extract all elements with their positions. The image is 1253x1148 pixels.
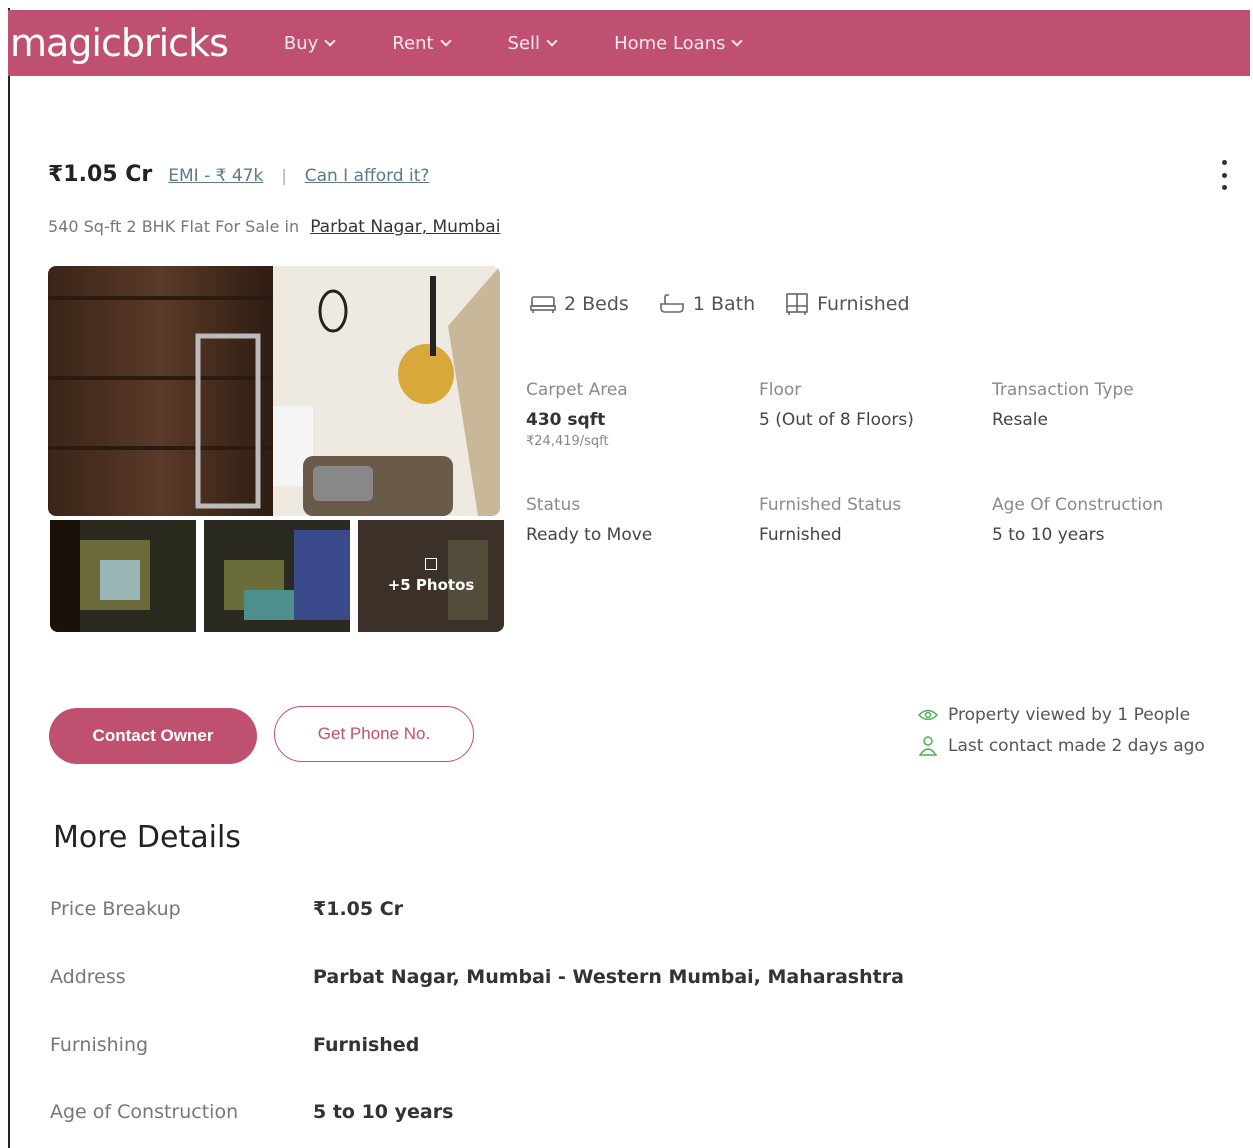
gallery-icon [425, 558, 437, 570]
last-contact-info: Last contact made 2 days ago [918, 735, 1205, 757]
price-row: ₹1.05 Cr EMI - ₹ 47k | Can I afford it? [48, 162, 429, 187]
locality-link[interactable]: Parbat Nagar, Mumbai [310, 217, 500, 237]
spec-carpet-area: Carpet Area 430 sqft ₹24,419/sqft [526, 380, 628, 449]
nav-item-sell[interactable]: Sell [507, 32, 558, 54]
nav-item-label: Buy [283, 32, 319, 54]
person-icon [918, 736, 938, 756]
detail-label: Address [50, 966, 126, 988]
spec-value: 5 (Out of 8 Floors) [759, 410, 914, 430]
emi-link[interactable]: EMI - ₹ 47k [168, 166, 263, 186]
detail-label: Age of Construction [50, 1101, 239, 1123]
last-contact-text: Last contact made 2 days ago [948, 736, 1205, 756]
detail-row-price-breakup: Price Breakup ₹1.05 Cr [50, 898, 403, 920]
separator: | [281, 166, 287, 185]
contact-owner-button[interactable]: Contact Owner [49, 708, 257, 764]
spec-value: Ready to Move [526, 525, 653, 545]
spec-label: Floor [759, 380, 802, 400]
spec-rate: ₹24,419/sqft [526, 434, 609, 449]
detail-row-address: Address Parbat Nagar, Mumbai - Western M… [50, 966, 904, 988]
spec-value: 5 to 10 years [992, 525, 1105, 545]
main-photo[interactable] [48, 266, 500, 516]
property-price: ₹1.05 Cr [48, 162, 153, 187]
photo-thumbnail-more[interactable]: +5 Photos [358, 520, 504, 632]
thumbnail-image [50, 520, 196, 632]
nav-item-label: Rent [392, 32, 434, 54]
spec-label: Status [526, 495, 581, 515]
spec-transaction-type: Transaction Type Resale [992, 380, 1134, 430]
detail-value: Parbat Nagar, Mumbai - Western Mumbai, M… [313, 966, 904, 988]
nav-item-home-loans[interactable]: Home Loans [614, 32, 744, 54]
detail-label: Price Breakup [50, 898, 181, 920]
detail-value: Furnished [313, 1034, 420, 1056]
spec-value: Furnished [759, 525, 842, 545]
property-subtitle: 540 Sq-ft 2 BHK Flat For Sale in Parbat … [48, 217, 500, 237]
room-photo-image [48, 266, 500, 516]
detail-row-furnishing: Furnishing Furnished [50, 1034, 419, 1056]
spec-value[interactable]: 430 sqft [526, 410, 628, 430]
beds-label: 2 Beds [564, 293, 629, 315]
get-phone-button[interactable]: Get Phone No. [274, 706, 474, 762]
furnishing-label: Furnished [817, 293, 910, 315]
detail-value: 5 to 10 years [313, 1101, 454, 1123]
spec-status: Status Ready to Move [526, 495, 652, 545]
detail-row-age-of-construction: Age of Construction 5 to 10 years [50, 1101, 453, 1123]
nav-item-label: Home Loans [614, 32, 726, 54]
chevron-down-icon [439, 35, 452, 47]
spec-age-of-construction: Age Of Construction 5 to 10 years [992, 495, 1163, 545]
spec-label: Furnished Status [759, 495, 902, 515]
spec-furnished-status: Furnished Status Furnished [759, 495, 901, 545]
furnishing-info: Furnished [785, 292, 910, 316]
bed-icon [530, 296, 556, 313]
detail-value: ₹1.05 Cr [313, 898, 404, 920]
more-details-title: More Details [53, 820, 241, 855]
chevron-down-icon [546, 35, 558, 47]
spec-value: Resale [992, 410, 1048, 430]
thumbnail-image [204, 520, 350, 632]
chevron-down-icon [324, 35, 336, 47]
top-navbar: magicbricks Buy Rent Sell Home Loans [8, 10, 1250, 76]
spec-label: Age Of Construction [992, 495, 1164, 515]
nav-item-label: Sell [507, 32, 541, 54]
views-text: Property viewed by 1 People [948, 705, 1191, 725]
wardrobe-icon [786, 293, 808, 315]
detail-label: Furnishing [50, 1034, 149, 1056]
amenities-row: 2 Beds 1 Bath Furnished [530, 292, 940, 316]
photo-thumbnail[interactable] [204, 520, 350, 632]
spec-label: Transaction Type [992, 380, 1134, 400]
views-info: Property viewed by 1 People [918, 705, 1190, 725]
bath-info: 1 Bath [659, 293, 755, 315]
bath-label: 1 Bath [692, 293, 756, 315]
chevron-down-icon [731, 35, 744, 47]
spec-label: Carpet Area [526, 380, 628, 400]
beds-info: 2 Beds [530, 293, 629, 315]
afford-link[interactable]: Can I afford it? [305, 166, 430, 186]
more-options-icon[interactable] [1214, 160, 1234, 190]
nav-item-buy[interactable]: Buy [283, 32, 336, 54]
eye-icon [918, 709, 938, 721]
property-description: 540 Sq-ft 2 BHK Flat For Sale in [48, 217, 300, 236]
more-photos-overlay: +5 Photos [358, 520, 504, 632]
magicbricks-logo[interactable]: magicbricks [10, 21, 229, 65]
nav-item-rent[interactable]: Rent [392, 32, 452, 54]
bathtub-icon [660, 294, 684, 313]
more-photos-label: +5 Photos [387, 576, 475, 594]
photo-thumbnail[interactable] [50, 520, 196, 632]
spec-floor: Floor 5 (Out of 8 Floors) [759, 380, 914, 430]
